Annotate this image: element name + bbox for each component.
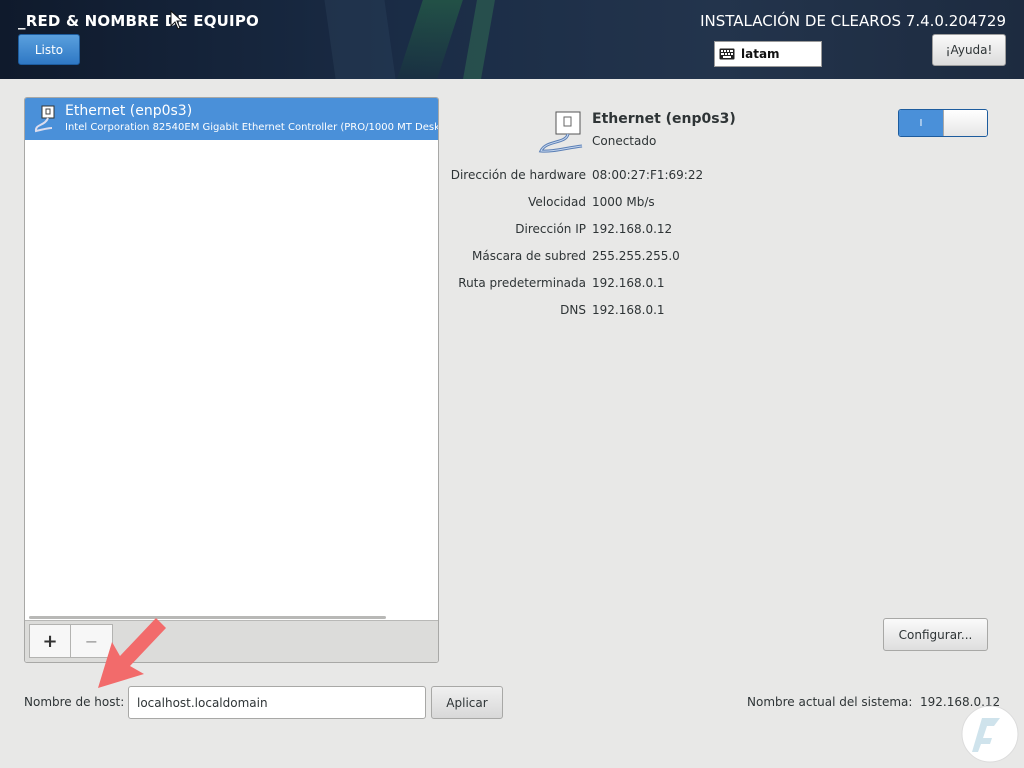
connection-status: Conectado — [592, 134, 657, 148]
header-bar: _RED & NOMBRE DE EQUIPO Listo INSTALACIÓ… — [0, 0, 1024, 79]
speed-label: Velocidad — [528, 195, 586, 209]
device-list-toolbar: + − — [25, 620, 438, 662]
device-list: Ethernet (enp0s3) Intel Corporation 8254… — [24, 97, 439, 663]
header-decoration — [463, 0, 495, 79]
help-button[interactable]: ¡Ayuda! — [932, 34, 1006, 66]
default-route-label: Ruta predeterminada — [458, 276, 586, 290]
keyboard-icon — [719, 48, 735, 60]
subnet-mask-label: Máscara de subred — [472, 249, 586, 263]
horizontal-scrollbar[interactable] — [29, 616, 386, 619]
page-title: _RED & NOMBRE DE EQUIPO — [18, 12, 259, 30]
default-route-value: 192.168.0.1 — [592, 276, 665, 290]
keyboard-layout-indicator[interactable]: latam — [714, 41, 822, 67]
keyboard-layout-label: latam — [741, 47, 780, 61]
hostname-label: Nombre de host: — [24, 695, 125, 709]
device-toggle-switch[interactable]: I — [898, 109, 988, 137]
hardware-address-label: Dirección de hardware — [450, 168, 586, 182]
add-device-button[interactable]: + — [29, 624, 71, 658]
ip-address-value: 192.168.0.12 — [592, 222, 673, 236]
subnet-mask-value: 255.255.255.0 — [592, 249, 680, 263]
switch-on-label: I — [899, 110, 943, 136]
done-button[interactable]: Listo — [18, 34, 80, 65]
switch-knob[interactable] — [943, 110, 987, 136]
header-decoration — [397, 0, 463, 79]
configure-button[interactable]: Configurar... — [883, 618, 988, 651]
device-description: Intel Corporation 82540EM Gigabit Ethern… — [65, 122, 438, 133]
apply-hostname-button[interactable]: Aplicar — [431, 686, 503, 719]
device-name: Ethernet (enp0s3) — [65, 103, 193, 119]
device-detail-name: Ethernet (enp0s3) — [592, 111, 736, 127]
mouse-cursor-icon — [170, 10, 184, 30]
hardware-address-value: 08:00:27:F1:69:22 — [592, 168, 704, 182]
product-title: INSTALACIÓN DE CLEAROS 7.4.0.204729 — [700, 12, 1006, 30]
header-decoration — [324, 0, 396, 79]
site-logo-watermark-icon — [961, 705, 1019, 763]
annotation-arrow-icon — [98, 618, 166, 688]
current-hostname-label: Nombre actual del sistema: — [747, 695, 913, 709]
dns-label: DNS — [560, 303, 586, 317]
ethernet-icon — [34, 105, 55, 133]
dns-value: 192.168.0.1 — [592, 303, 665, 317]
speed-value: 1000 Mb/s — [592, 195, 655, 209]
ethernet-icon — [538, 111, 583, 153]
ip-address-label: Dirección IP — [515, 222, 586, 236]
device-list-item[interactable]: Ethernet (enp0s3) Intel Corporation 8254… — [25, 98, 438, 140]
